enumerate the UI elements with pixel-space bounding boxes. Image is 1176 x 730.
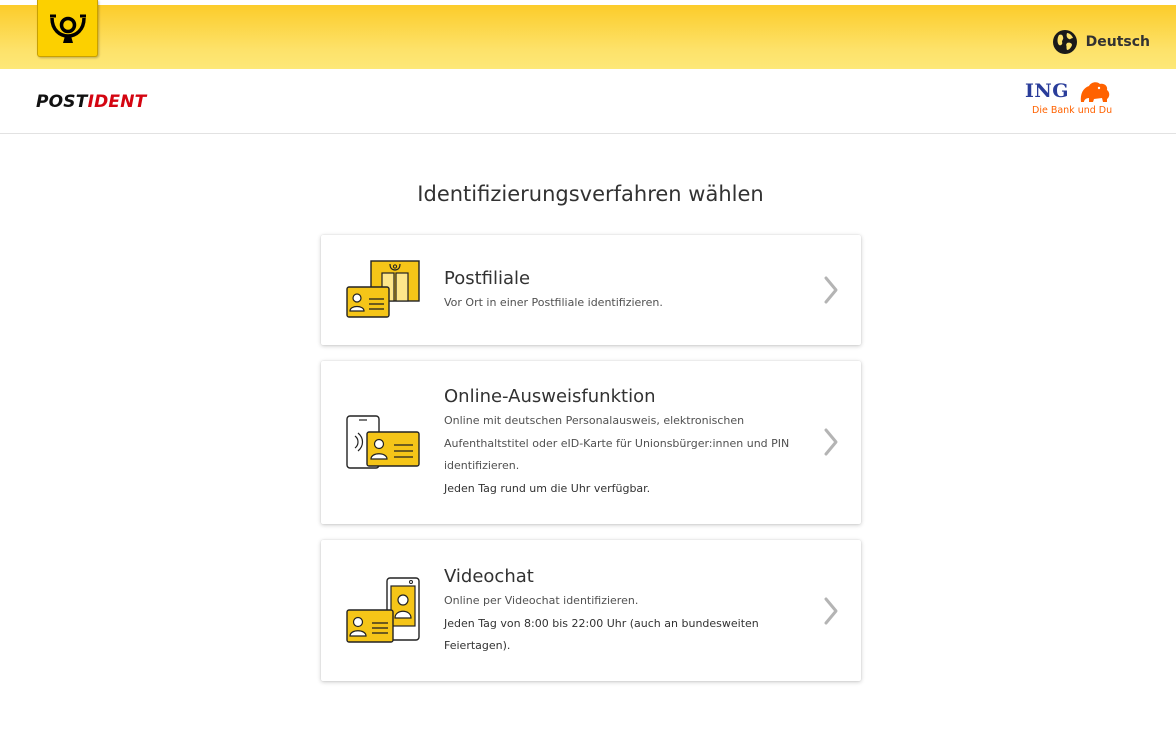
option-card-videochat[interactable]: Videochat Online per Videochat identifiz… [321,540,861,681]
header-bar: Deutsch [0,5,1176,69]
brand-bar: POSTIDENT ING Die Bank und Du [0,69,1176,134]
posthorn-icon [49,14,86,43]
option-text: Videochat Online per Videochat identifiz… [444,566,799,658]
option-description: Online mit deutschen Personalausweis, el… [444,414,790,472]
option-availability: Jeden Tag von 8:00 bis 22:00 Uhr (auch a… [444,616,759,653]
language-label: Deutsch [1085,34,1150,50]
chevron-right-icon [824,428,838,456]
ing-tagline: Die Bank und Du [1032,105,1113,116]
post-office-id-card-icon [346,260,420,318]
phone-nfc-id-card-icon [346,415,420,469]
postident-logo-post: POST [36,92,88,112]
ing-logo-text: ING [1025,80,1069,102]
option-description: Online per Videochat identifizieren. [444,594,639,607]
deutsche-post-logo[interactable] [37,0,98,57]
option-card-postfiliale[interactable]: Postfiliale Vor Ort in einer Postfiliale… [321,235,861,345]
globe-icon [1052,30,1077,54]
ing-lion-icon [1080,82,1110,102]
option-text: Online-Ausweisfunktion Online mit deutsc… [444,386,799,500]
option-title: Online-Ausweisfunktion [444,386,656,407]
postident-logo-ident: IDENT [87,92,147,112]
chevron-right-icon [824,276,838,304]
chevron-right-icon [824,597,838,625]
option-title: Postfiliale [444,268,531,289]
postident-logo: POSTIDENT [36,92,146,112]
ing-logo: ING Die Bank und Du [1025,80,1113,120]
phone-video-id-card-icon [346,577,420,643]
option-title: Videochat [444,566,534,587]
page-title: Identifizierungsverfahren wählen [417,182,764,206]
option-text: Postfiliale Vor Ort in einer Postfiliale… [444,268,799,315]
language-switcher[interactable]: Deutsch [1052,29,1150,55]
option-availability: Jeden Tag rund um die Uhr verfügbar. [444,481,651,495]
option-description: Vor Ort in einer Postfiliale identifizie… [444,296,663,309]
option-card-online-ausweis[interactable]: Online-Ausweisfunktion Online mit deutsc… [321,361,861,524]
